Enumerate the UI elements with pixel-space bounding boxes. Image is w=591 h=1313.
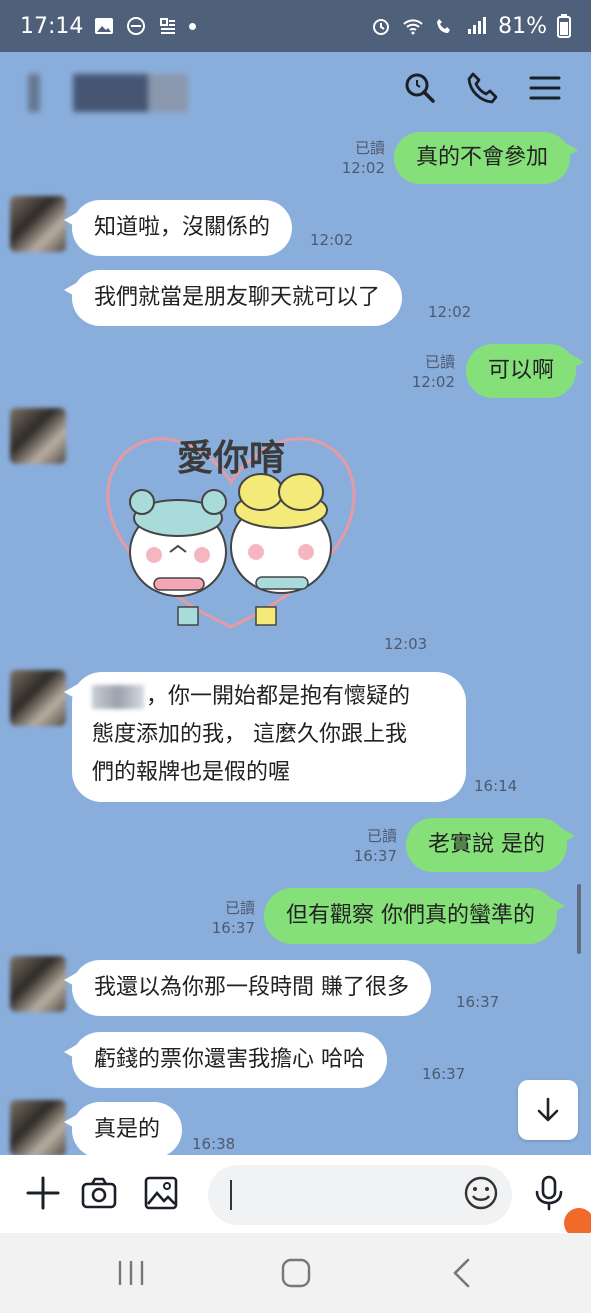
message-time: 16:37 [422, 1065, 466, 1083]
message-time: 16:14 [474, 777, 518, 795]
message-time: 12:02 [310, 231, 354, 249]
alarm-icon [373, 19, 390, 35]
wifi-call-icon [437, 19, 451, 33]
gallery-notification-icon [95, 18, 114, 34]
message-list[interactable]: 已讀 12:02 真的不會參加 知道啦，沒關係的 12:02 我們就當是朋友聊天就… [0, 130, 591, 1155]
message-time: 16:37 [456, 993, 500, 1011]
outgoing-message[interactable]: 老實說 是的 [406, 818, 575, 872]
phone-icon[interactable] [465, 70, 501, 106]
sticker[interactable]: 愛你唷 [96, 422, 366, 637]
outgoing-message[interactable]: 真的不會參加 [394, 132, 579, 184]
avatar[interactable] [10, 408, 66, 464]
scrollbar[interactable] [577, 884, 581, 954]
signal-icon [468, 17, 487, 34]
avatar[interactable] [10, 1100, 66, 1155]
message-meta: 已讀 12:02 [411, 353, 455, 391]
avatar[interactable] [10, 196, 66, 252]
message-time: 12:02 [428, 303, 472, 321]
incoming-message[interactable]: 我還以為你那一段時間 賺了很多 [64, 960, 431, 1016]
scroll-to-bottom-button[interactable] [518, 1080, 578, 1140]
message-time: 16:38 [192, 1135, 236, 1153]
incoming-message[interactable]: 我們就當是朋友聊天就可以了 [63, 270, 403, 326]
notification-dot [189, 22, 197, 30]
incoming-message[interactable]: 真是的 [63, 1102, 183, 1155]
message-meta: 已讀 16:37 [211, 899, 255, 937]
menu-icon[interactable] [527, 70, 563, 106]
sticker-text: 愛你唷 [177, 438, 285, 479]
message-input-bar [0, 1155, 591, 1233]
incoming-message[interactable]: 知道啦，沒關係的 [63, 200, 293, 256]
app-notification-icon-2 [160, 18, 176, 34]
message-meta: 已讀 16:37 [353, 827, 397, 865]
redacted-name [92, 685, 144, 709]
home-icon[interactable] [280, 1257, 312, 1289]
plus-icon[interactable] [24, 1174, 62, 1212]
incoming-message[interactable]: ，你一開始都是抱有懷疑的 態度添加的我， 這麼久你跟上我 們的報牌也是假的喔 [64, 672, 466, 802]
status-bar: 17:14 81% [0, 0, 591, 52]
outgoing-message[interactable]: 但有觀察 你們真的蠻準的 [264, 888, 565, 944]
outgoing-message[interactable]: 可以啊 [466, 344, 585, 398]
emoji-icon[interactable] [462, 1174, 500, 1212]
battery-level: 81% [498, 13, 547, 39]
mic-icon[interactable] [530, 1174, 568, 1212]
battery-icon [557, 14, 571, 38]
wifi-icon [403, 19, 423, 35]
message-time: 12:03 [384, 635, 428, 653]
clock: 17:14 [20, 13, 84, 39]
system-navigation-bar [0, 1233, 591, 1313]
image-icon[interactable] [142, 1174, 180, 1212]
incoming-message[interactable]: 虧錢的票你還害我擔心 哈哈 [64, 1032, 387, 1088]
back-icon[interactable] [450, 1257, 474, 1289]
avatar[interactable] [10, 670, 66, 726]
arrow-down-icon [537, 1097, 559, 1122]
contact-name-redacted[interactable] [28, 74, 188, 112]
app-notification-icon [127, 17, 146, 35]
text-caret [230, 1180, 232, 1210]
avatar[interactable] [10, 956, 66, 1012]
chat-header [0, 52, 591, 130]
search-icon[interactable] [402, 70, 438, 106]
message-meta: 已讀 12:02 [341, 139, 385, 177]
camera-icon[interactable] [80, 1174, 118, 1212]
recent-apps-icon[interactable] [116, 1259, 146, 1287]
